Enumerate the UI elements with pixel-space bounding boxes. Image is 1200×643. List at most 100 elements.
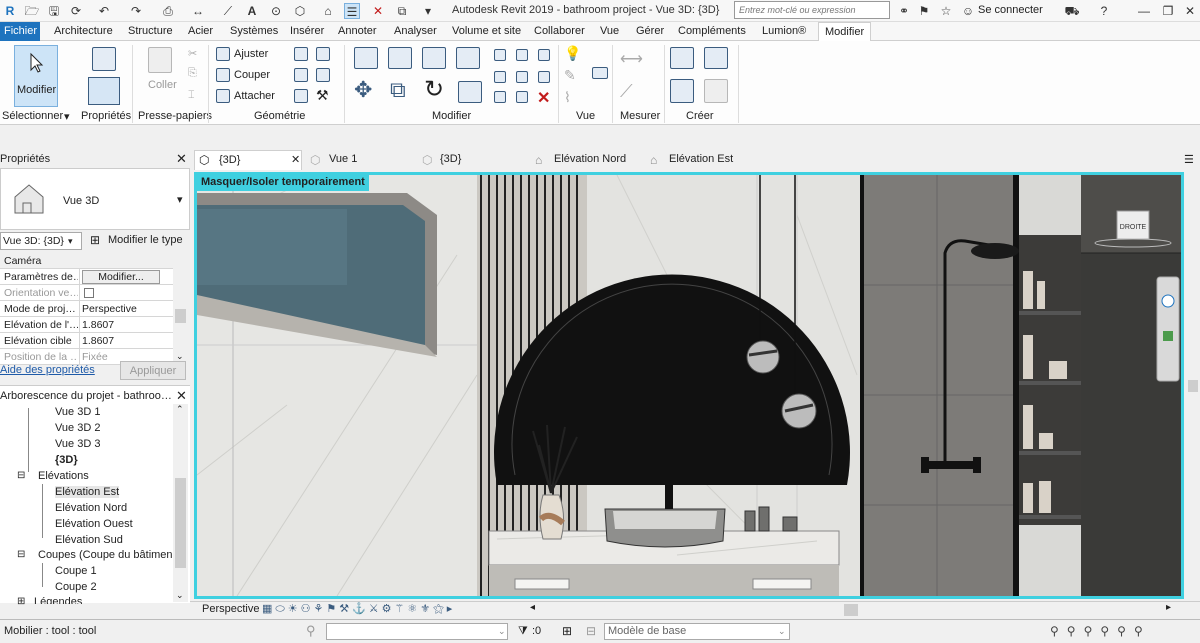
measure-icon[interactable]: ↔ bbox=[190, 3, 206, 19]
browser-item[interactable]: Vue 3D 3 bbox=[55, 438, 100, 450]
projection-mode[interactable]: Perspective bbox=[202, 603, 259, 615]
hammer-icon[interactable]: ⚒ bbox=[316, 87, 329, 104]
attacher-label[interactable]: Attacher bbox=[234, 90, 275, 102]
trim-icon[interactable] bbox=[458, 81, 482, 103]
linework-icon[interactable]: ⌇ bbox=[564, 89, 571, 106]
view-tab-3d[interactable]: {3D} bbox=[440, 153, 461, 165]
copy-element-icon[interactable]: ⧉ bbox=[390, 77, 406, 103]
panel-selectionner[interactable]: Sélectionner bbox=[2, 110, 63, 122]
paste-label[interactable]: Coller bbox=[148, 79, 177, 91]
tab-fichier[interactable]: Fichier bbox=[0, 22, 40, 41]
undo-icon[interactable]: ↶ bbox=[96, 3, 112, 19]
tab-vue[interactable]: Vue bbox=[600, 25, 619, 37]
minimize-icon[interactable]: — bbox=[1136, 3, 1152, 19]
scroll-right-icon[interactable]: ▸ bbox=[1166, 602, 1171, 613]
design-options-icon[interactable]: ⊟ bbox=[586, 624, 596, 638]
create-group-icon[interactable] bbox=[670, 79, 694, 103]
tab-inserer[interactable]: Insérer bbox=[290, 25, 324, 37]
tab-modifier[interactable]: Modifier bbox=[818, 22, 872, 42]
properties-help-link[interactable]: Aide des propriétés bbox=[0, 364, 95, 376]
match-icon[interactable]: ⌶ bbox=[188, 89, 195, 102]
redo-icon[interactable]: ↷ bbox=[128, 3, 144, 19]
dimension-icon[interactable]: ⟋ bbox=[220, 3, 236, 19]
orientation-checkbox[interactable] bbox=[84, 288, 94, 298]
move-icon[interactable]: ✥ bbox=[354, 77, 372, 103]
lightbulb-icon[interactable]: 💡 bbox=[564, 45, 581, 62]
apply-button[interactable]: Appliquer bbox=[120, 361, 186, 380]
selection-options-icons[interactable]: ⚲⚲⚲⚲⚲⚲ bbox=[1050, 624, 1151, 638]
save-icon[interactable]: 🖫 bbox=[46, 3, 62, 19]
tab-gerer[interactable]: Gérer bbox=[636, 25, 664, 37]
tab-collaborer[interactable]: Collaborer bbox=[534, 25, 585, 37]
trim-multiple-icon[interactable] bbox=[538, 71, 550, 83]
close-icon[interactable]: ✕ bbox=[1182, 3, 1198, 19]
view-tab-3d-active[interactable]: ⬡ {3D} ✕ bbox=[194, 150, 302, 170]
sync-icon[interactable]: ⟳ bbox=[68, 3, 84, 19]
cut-geometry-icon[interactable] bbox=[216, 68, 230, 82]
customize-icon[interactable]: ▾ bbox=[420, 3, 436, 19]
mirror-draw-icon[interactable] bbox=[456, 47, 480, 69]
type-selector[interactable]: Vue 3D ▾ bbox=[0, 168, 190, 230]
browser-item-selected[interactable]: Elévation Est bbox=[55, 486, 120, 498]
tab-annoter[interactable]: Annoter bbox=[338, 25, 377, 37]
panel-proprietes[interactable]: Propriétés bbox=[81, 110, 131, 122]
browser-group-sections[interactable]: Coupes (Coupe du bâtiment) bbox=[38, 549, 172, 561]
view-tab-elevation-nord[interactable]: Elévation Nord bbox=[554, 153, 626, 165]
split-icon[interactable] bbox=[494, 49, 506, 61]
select-dropdown-icon[interactable]: ▾ bbox=[64, 110, 70, 123]
cope-icon[interactable] bbox=[216, 47, 230, 61]
split-face-icon[interactable] bbox=[316, 47, 330, 61]
viewcube-label[interactable]: DROITE bbox=[1120, 224, 1147, 231]
properties-close-icon[interactable]: ✕ bbox=[176, 151, 187, 167]
join-icon[interactable] bbox=[216, 89, 230, 103]
browser-item[interactable]: Vue 3D 2 bbox=[55, 422, 100, 434]
camera-edit-button[interactable]: Modifier... bbox=[82, 270, 160, 284]
browser-close-icon[interactable]: ✕ bbox=[176, 388, 187, 404]
pin-icon[interactable] bbox=[516, 91, 528, 103]
communication-icon[interactable]: ⚑ bbox=[916, 3, 932, 19]
browser-item[interactable]: Vue 3D 1 bbox=[55, 406, 100, 418]
viewport-scrollbar-horizontal[interactable] bbox=[844, 604, 858, 616]
create-similar-icon[interactable] bbox=[704, 79, 728, 103]
tag-icon[interactable]: ⊙ bbox=[268, 3, 284, 19]
rotate-icon[interactable]: ↻ bbox=[424, 75, 444, 104]
tab-acier[interactable]: Acier bbox=[188, 25, 213, 37]
align-icon[interactable] bbox=[354, 47, 378, 69]
properties-button[interactable] bbox=[88, 77, 120, 105]
collapse-icon[interactable]: ⊟ bbox=[17, 470, 25, 481]
workset-icon[interactable]: ⚲ bbox=[306, 623, 316, 639]
view-instance-dropdown-icon[interactable]: ▾ bbox=[68, 236, 73, 247]
edit-type-button[interactable]: ⊞ Modifier le type bbox=[88, 232, 188, 250]
category-row[interactable]: Caméra bbox=[0, 253, 173, 269]
modify-button[interactable]: Modifier bbox=[14, 45, 58, 107]
browser-item-active[interactable]: {3D} bbox=[55, 454, 78, 466]
view-tab-elevation-est[interactable]: Elévation Est bbox=[669, 153, 733, 165]
viewport-3d[interactable]: DROITE Masquer/Isoler temporairement bbox=[194, 172, 1184, 599]
extend-icon[interactable] bbox=[538, 49, 550, 61]
browser-scrollbar[interactable]: ⌃ ⌄ bbox=[173, 404, 188, 602]
type-dropdown-icon[interactable]: ▾ bbox=[177, 193, 183, 206]
ajuster-label[interactable]: Ajuster bbox=[234, 48, 268, 60]
view-control-icons[interactable]: ▦⬭☀⚇⚘⚑⚒⚓⚔⚙⚚⚛⚜⚝▸ bbox=[262, 602, 455, 616]
override-graphics-icon[interactable]: ✎ bbox=[564, 67, 576, 84]
create-parts-icon[interactable] bbox=[704, 47, 728, 69]
remove-paint-icon[interactable] bbox=[294, 89, 308, 103]
browser-group-legends[interactable]: Légendes bbox=[34, 596, 82, 604]
open-icon[interactable]: 🗁 bbox=[24, 3, 40, 19]
couper-label[interactable]: Couper bbox=[234, 69, 270, 81]
browser-item[interactable]: Elévation Nord bbox=[55, 502, 127, 514]
copy-icon[interactable]: ⎘ bbox=[188, 67, 197, 80]
search-input[interactable]: Entrez mot-clé ou expression bbox=[734, 1, 890, 19]
tab-volume-site[interactable]: Volume et site bbox=[452, 25, 521, 37]
view-tab-vue1[interactable]: Vue 1 bbox=[329, 153, 357, 165]
thin-lines-icon[interactable]: ☰ bbox=[344, 3, 360, 19]
browser-item[interactable]: Elévation Ouest bbox=[55, 518, 133, 530]
property-row[interactable]: Elévation cible 1.8607 bbox=[0, 333, 173, 349]
tab-architecture[interactable]: Architecture bbox=[54, 25, 113, 37]
browser-group-elevations[interactable]: Elévations bbox=[38, 470, 89, 482]
property-row[interactable]: Mode de proj… Perspective bbox=[0, 301, 173, 317]
restore-icon[interactable]: ❐ bbox=[1160, 3, 1176, 19]
tab-structure[interactable]: Structure bbox=[128, 25, 173, 37]
offset-icon[interactable] bbox=[388, 47, 412, 69]
paint-icon[interactable] bbox=[316, 68, 330, 82]
